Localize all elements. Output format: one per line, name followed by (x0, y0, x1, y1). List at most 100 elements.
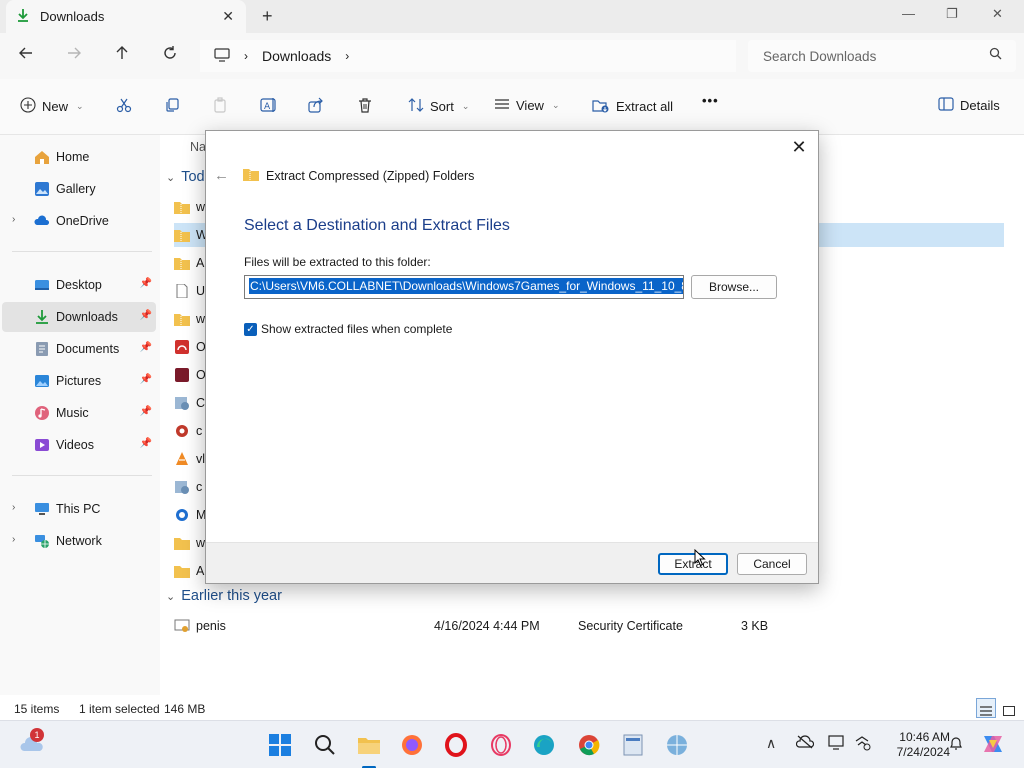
sidebar-item-label: Home (56, 150, 90, 164)
share-icon (308, 97, 324, 116)
close-icon[interactable]: ✕ (788, 136, 810, 158)
edge-icon[interactable] (532, 733, 556, 757)
clock[interactable]: 10:46 AM 7/24/2024 (878, 730, 950, 760)
cloud-off-icon[interactable] (795, 735, 815, 752)
copy-button[interactable] (164, 97, 180, 116)
file-explorer-icon[interactable] (357, 733, 381, 757)
back-arrow-icon[interactable]: ← (214, 167, 229, 184)
sidebar-item-onedrive[interactable]: › OneDrive (2, 206, 156, 236)
notification-badge: 1 (30, 728, 44, 742)
show-hidden-icons-button[interactable]: ∧ (766, 735, 776, 752)
pin-icon[interactable]: 📌 (140, 438, 152, 449)
list-view-icon (980, 705, 992, 719)
close-window-button[interactable]: ✕ (992, 6, 1003, 22)
destination-path-input[interactable]: C:\Users\VM6.COLLABNET\Downloads\Windows… (244, 275, 684, 299)
search-placeholder: Search Downloads (763, 48, 877, 64)
view-button[interactable]: View ⌄ (494, 97, 560, 114)
pin-icon[interactable]: 📌 (140, 342, 152, 353)
sidebar-item-videos[interactable]: Videos 📌 (2, 430, 156, 460)
tab-title: Downloads (40, 9, 105, 24)
address-bar[interactable]: › Downloads › (200, 40, 736, 72)
refresh-icon[interactable] (162, 45, 178, 66)
download-arrow-icon (34, 309, 50, 325)
breadcrumb-downloads[interactable]: Downloads (262, 48, 331, 64)
rename-button[interactable]: A (260, 97, 278, 116)
group-header-earlier[interactable]: ⌄ Earlier this year (166, 588, 282, 604)
sidebar-item-desktop[interactable]: Desktop 📌 (2, 270, 156, 300)
display-icon[interactable] (828, 735, 846, 754)
navigation-pane: Home Gallery › OneDrive Desktop 📌 Downlo… (0, 135, 160, 695)
extract-all-button[interactable]: Extract all (592, 97, 673, 116)
details-pane-icon (938, 97, 954, 114)
opera-icon[interactable] (444, 733, 468, 757)
show-files-label: Show extracted files when complete (261, 322, 453, 336)
copilot-icon[interactable] (980, 731, 1006, 760)
sidebar-item-documents[interactable]: Documents 📌 (2, 334, 156, 364)
chrome-icon[interactable] (577, 733, 601, 757)
chevron-right-icon[interactable]: › (345, 49, 349, 63)
sort-button[interactable]: Sort ⌄ (408, 97, 469, 116)
network-status-icon[interactable] (854, 735, 872, 754)
table-row[interactable]: penis 4/16/2024 4:44 PM Security Certifi… (174, 614, 1004, 638)
sidebar-item-network[interactable]: › Network (2, 526, 156, 556)
chevron-right-icon[interactable]: › (12, 502, 15, 513)
up-arrow-icon[interactable] (114, 45, 130, 66)
search-icon (989, 47, 1002, 63)
extract-folder-icon (592, 97, 610, 116)
search-input[interactable]: Search Downloads (748, 40, 1016, 72)
sidebar-item-home[interactable]: Home (2, 142, 156, 172)
pin-icon[interactable]: 📌 (140, 278, 152, 289)
network-icon (34, 533, 50, 549)
minimize-button[interactable]: — (902, 6, 915, 21)
status-bar: 15 items 1 item selected 146 MB (0, 696, 1024, 720)
view-label: View (516, 98, 544, 113)
share-button[interactable] (308, 97, 324, 116)
column-header-name[interactable]: Na (190, 140, 206, 154)
tiles-view-button[interactable] (999, 698, 1019, 718)
back-arrow-icon[interactable] (18, 45, 34, 66)
cancel-button[interactable]: Cancel (737, 553, 807, 575)
forward-arrow-icon[interactable] (66, 45, 82, 66)
app-window-icon[interactable] (621, 733, 645, 757)
sidebar-item-downloads[interactable]: Downloads 📌 (2, 302, 156, 332)
file-name: A (196, 564, 205, 578)
chevron-right-icon[interactable]: › (12, 534, 15, 545)
sidebar-item-gallery[interactable]: Gallery (2, 174, 156, 204)
chevron-right-icon[interactable]: › (244, 49, 248, 63)
globe-app-icon[interactable] (665, 733, 689, 757)
pin-icon[interactable]: 📌 (140, 374, 152, 385)
browse-button[interactable]: Browse... (691, 275, 777, 299)
windows-start-icon[interactable] (268, 733, 292, 757)
new-button[interactable]: New ⌄ (20, 97, 84, 116)
dialog-footer: Extract Cancel (206, 542, 818, 583)
setup-icon (174, 396, 190, 410)
group-header-today[interactable]: ⌄ Tod (166, 169, 205, 185)
extract-button[interactable]: Extract (658, 553, 728, 575)
sidebar-item-music[interactable]: Music 📌 (2, 398, 156, 428)
pin-icon[interactable]: 📌 (140, 310, 152, 321)
weather-widget[interactable]: 1 (20, 728, 46, 756)
details-pane-button[interactable]: Details (938, 97, 1000, 114)
maximize-button[interactable]: ❐ (946, 6, 958, 22)
details-view-button[interactable] (976, 698, 996, 718)
cut-button[interactable] (116, 97, 132, 116)
show-files-checkbox[interactable]: ✓ (244, 322, 257, 336)
paste-button[interactable] (212, 97, 228, 116)
show-files-checkbox-row[interactable]: ✓ Show extracted files when complete (244, 322, 452, 336)
pictures-icon (34, 373, 50, 389)
tab-downloads[interactable]: Downloads ✕ (6, 0, 246, 33)
pin-icon[interactable]: 📌 (140, 406, 152, 417)
file-size: 3 KB (741, 619, 769, 633)
more-options-button[interactable]: ••• (702, 93, 719, 108)
tab-close-icon[interactable]: ✕ (222, 8, 234, 25)
firefox-icon[interactable] (400, 733, 424, 757)
sidebar-item-label: This PC (56, 502, 101, 516)
chevron-right-icon[interactable]: › (12, 214, 15, 225)
new-tab-button[interactable]: + (262, 6, 273, 27)
sidebar-item-pictures[interactable]: Pictures 📌 (2, 366, 156, 396)
search-icon[interactable] (313, 733, 337, 757)
sidebar-item-this-pc[interactable]: › This PC (2, 494, 156, 524)
bell-icon[interactable] (948, 735, 964, 754)
opera-gx-icon[interactable] (489, 733, 513, 757)
delete-button[interactable] (357, 97, 373, 116)
